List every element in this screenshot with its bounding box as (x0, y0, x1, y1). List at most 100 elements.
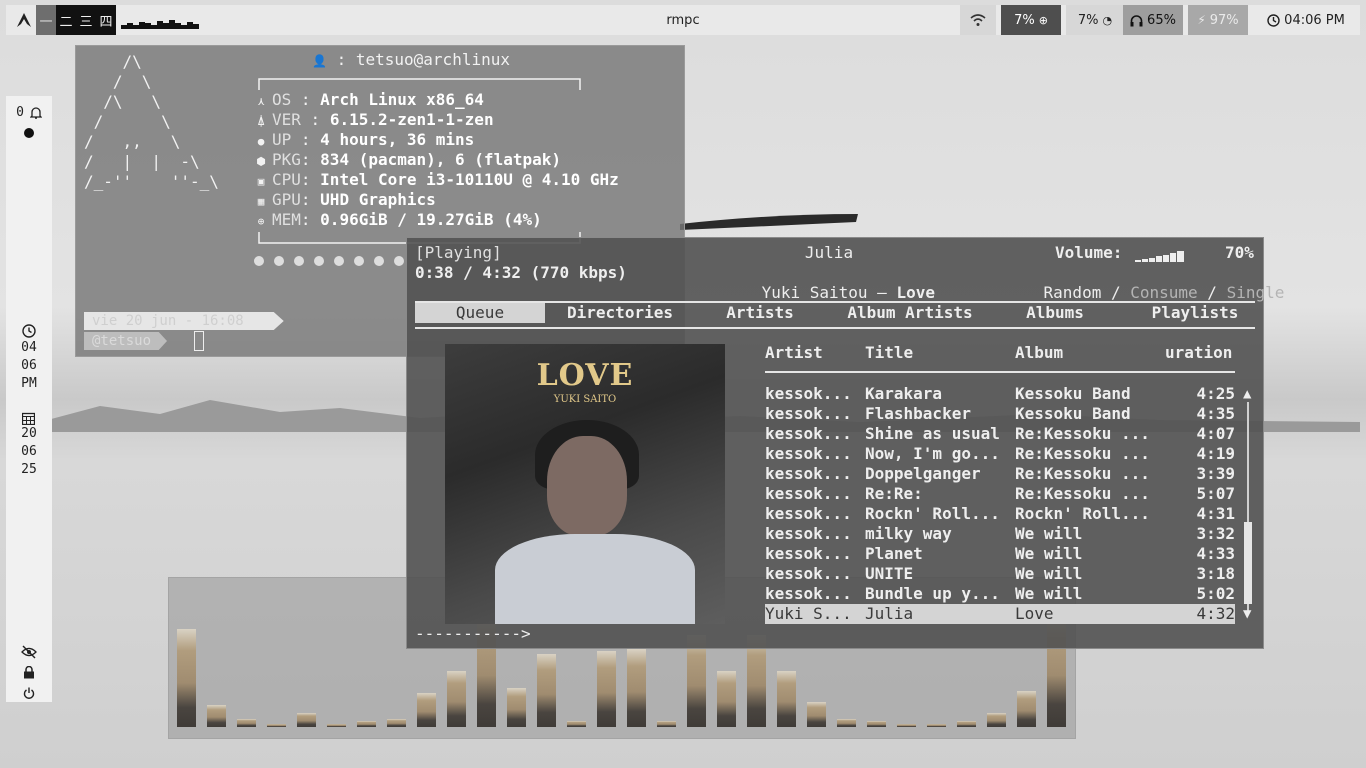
visualizer-bar (1017, 691, 1036, 727)
queue-row[interactable]: kessok... milky way We will 3:32 (765, 524, 1235, 544)
queue-cell-title: Shine as usual (865, 424, 1000, 443)
fetch-line-cpu: ▣ CPU: Intel Core i3-10110U @ 4.10 GHz (254, 170, 619, 190)
volume-bar[interactable] (1135, 248, 1187, 262)
workspace-2[interactable]: 二 (56, 5, 76, 35)
queue-cell-album: Re:Kessoku ... (1015, 464, 1150, 483)
notification-button[interactable]: 0 (6, 102, 52, 122)
queue-row[interactable]: kessok... Flashbacker Kessoku Band 4:35 (765, 404, 1235, 424)
mode-consume[interactable]: Consume (1130, 283, 1197, 302)
queue-row[interactable]: kessok... Doppelganger Re:Kessoku ... 3:39 (765, 464, 1235, 484)
arch-logo-icon (17, 13, 31, 27)
queue-cell-artist: kessok... (765, 384, 852, 403)
visualizer-bar (807, 702, 826, 727)
visualizer-bar (657, 721, 676, 727)
queue-cell-artist: kessok... (765, 584, 852, 603)
battery-indicator[interactable]: ⚡ 97% (1188, 5, 1248, 35)
arch-ascii-logo: /\ / \ /\ \ / \ / ,, \ / | | -\ /_-'' ''… (84, 52, 219, 191)
queue-cell-album: We will (1015, 564, 1083, 583)
kernel-icon: ⍋ (257, 115, 265, 128)
visualizer-bar (447, 671, 466, 727)
visualizer-bar (177, 629, 196, 727)
queue-row[interactable]: kessok... Bundle up y... We will 5:02 (765, 584, 1235, 604)
playback-state: [Playing] (415, 243, 502, 262)
song-album: Love (896, 283, 935, 302)
fetch-line-ver: ⍋ VER : 6.15.2-zen1-1-zen (254, 110, 494, 130)
queue-cell-duration: 4:31 (1196, 504, 1235, 523)
tab-albums[interactable]: Albums (1015, 303, 1095, 323)
visualizer-bar (327, 724, 346, 727)
fetch-user-line: 👤 : tetsuo@archlinux (312, 50, 510, 70)
cover-figure-shirt (495, 534, 695, 624)
volume-label: Volume: (1055, 243, 1123, 262)
queue-row[interactable]: kessok... Rockn' Roll... Rockn' Roll... 4:3… (765, 504, 1235, 524)
queue-cell-title: Planet (865, 544, 923, 563)
queue-cell-album: We will (1015, 584, 1083, 603)
mode-separator: / (1197, 283, 1227, 302)
arch-launcher-button[interactable] (12, 5, 36, 35)
tab-queue[interactable]: Queue (415, 303, 545, 323)
workspace-4[interactable]: 四 (96, 5, 116, 35)
queue-row[interactable]: kessok... Planet We will 4:33 (765, 544, 1235, 564)
visualizer-bar (417, 693, 436, 727)
queue-cell-title: Karakara (865, 384, 943, 403)
power-icon[interactable] (23, 687, 35, 699)
queue-row[interactable]: kessok... Now, I'm go... Re:Kessoku ... 4:1… (765, 444, 1235, 464)
fetch-user: tetsuo@archlinux (355, 50, 510, 69)
lock-icon[interactable] (23, 666, 35, 679)
workspace-3[interactable]: 三 (76, 5, 96, 35)
notification-count: 0 (16, 104, 24, 120)
headphones-icon (1130, 14, 1143, 26)
queue-cell-album: We will (1015, 524, 1083, 543)
queue-row[interactable]: kessok... UNITE We will 3:18 (765, 564, 1235, 584)
uptime-icon: ● (257, 135, 265, 148)
column-header-artist[interactable]: Artist (765, 343, 823, 363)
queue-header-separator (765, 371, 1235, 373)
queue-cell-duration: 3:39 (1196, 464, 1235, 483)
headphones-volume-indicator[interactable]: 65% (1123, 5, 1183, 35)
wifi-button[interactable] (960, 5, 996, 35)
queue-cell-duration: 4:33 (1196, 544, 1235, 563)
column-header-duration[interactable]: uration (1165, 343, 1232, 363)
fetch-line-gpu: ▦ GPU: UHD Graphics (254, 190, 436, 210)
eye-off-icon[interactable] (21, 645, 37, 659)
scroll-down-arrow[interactable]: ▼ (1243, 606, 1251, 622)
queue-cell-artist: kessok... (765, 464, 852, 483)
cpu-chip-icon: ⊕ (1038, 13, 1048, 27)
queue-cell-duration: 4:19 (1196, 444, 1235, 463)
workspace-1[interactable]: 一 (36, 5, 56, 35)
cpu-indicator[interactable]: 7% ⊕ (1001, 5, 1061, 35)
column-header-title[interactable]: Title (865, 343, 913, 363)
memory-indicator[interactable]: 7% ◔ (1066, 5, 1124, 35)
mode-single[interactable]: Single (1227, 283, 1285, 302)
tab-artists[interactable]: Artists (705, 303, 815, 323)
terminal-cursor[interactable] (194, 331, 204, 351)
tab-directories[interactable]: Directories (555, 303, 685, 323)
tab-album-artists[interactable]: Album Artists (835, 303, 985, 323)
song-title: Julia (804, 243, 854, 262)
mode-random[interactable]: Random (1044, 283, 1102, 302)
fetch-line-uptime: ● UP : 4 hours, 36 mins (254, 130, 475, 150)
column-header-album[interactable]: Album (1015, 343, 1063, 363)
top-bar: 一 二 三 四 rmpc 7% ⊕ 7% ◔ 65% ⚡ 97% 04:06 P… (6, 5, 1360, 35)
progress-bar[interactable]: -----------> (415, 624, 531, 644)
visualizer-bar (387, 719, 406, 727)
queue-row[interactable]: kessok... Shine as usual Re:Kessoku ... 4:0… (765, 424, 1235, 444)
visualizer-bar (957, 721, 976, 727)
mode-separator: / (1101, 283, 1131, 302)
scroll-up-arrow[interactable]: ▲ (1243, 386, 1251, 402)
visualizer-bar (627, 649, 646, 727)
fetch-line-os: ⋏ OS : Arch Linux x86_64 (254, 90, 484, 110)
visualizer-bar (267, 724, 286, 727)
queue-row[interactable]: kessok... Karakara Kessoku Band 4:25 (765, 384, 1235, 404)
clock-widget[interactable]: 04:06 PM (1256, 5, 1356, 35)
album-cover-art: LOVE YUKI SAITO (445, 344, 725, 624)
queue-scrollbar-thumb[interactable] (1244, 522, 1252, 604)
tab-playlists[interactable]: Playlists (1135, 303, 1255, 323)
queue-cell-album: Re:Kessoku ... (1015, 424, 1150, 443)
vertical-date-year: 25 (21, 462, 37, 477)
queue-row-selected[interactable]: Yuki S... Julia Love 4:32 (765, 604, 1235, 624)
rmpc-window[interactable]: [Playing] 0:38 / 4:32 (770 kbps) Julia Y… (406, 237, 1284, 649)
visualizer-bar (297, 713, 316, 727)
cpu-icon: ▣ (257, 175, 265, 188)
queue-row[interactable]: kessok... Re:Re: Re:Kessoku ... 5:07 (765, 484, 1235, 504)
